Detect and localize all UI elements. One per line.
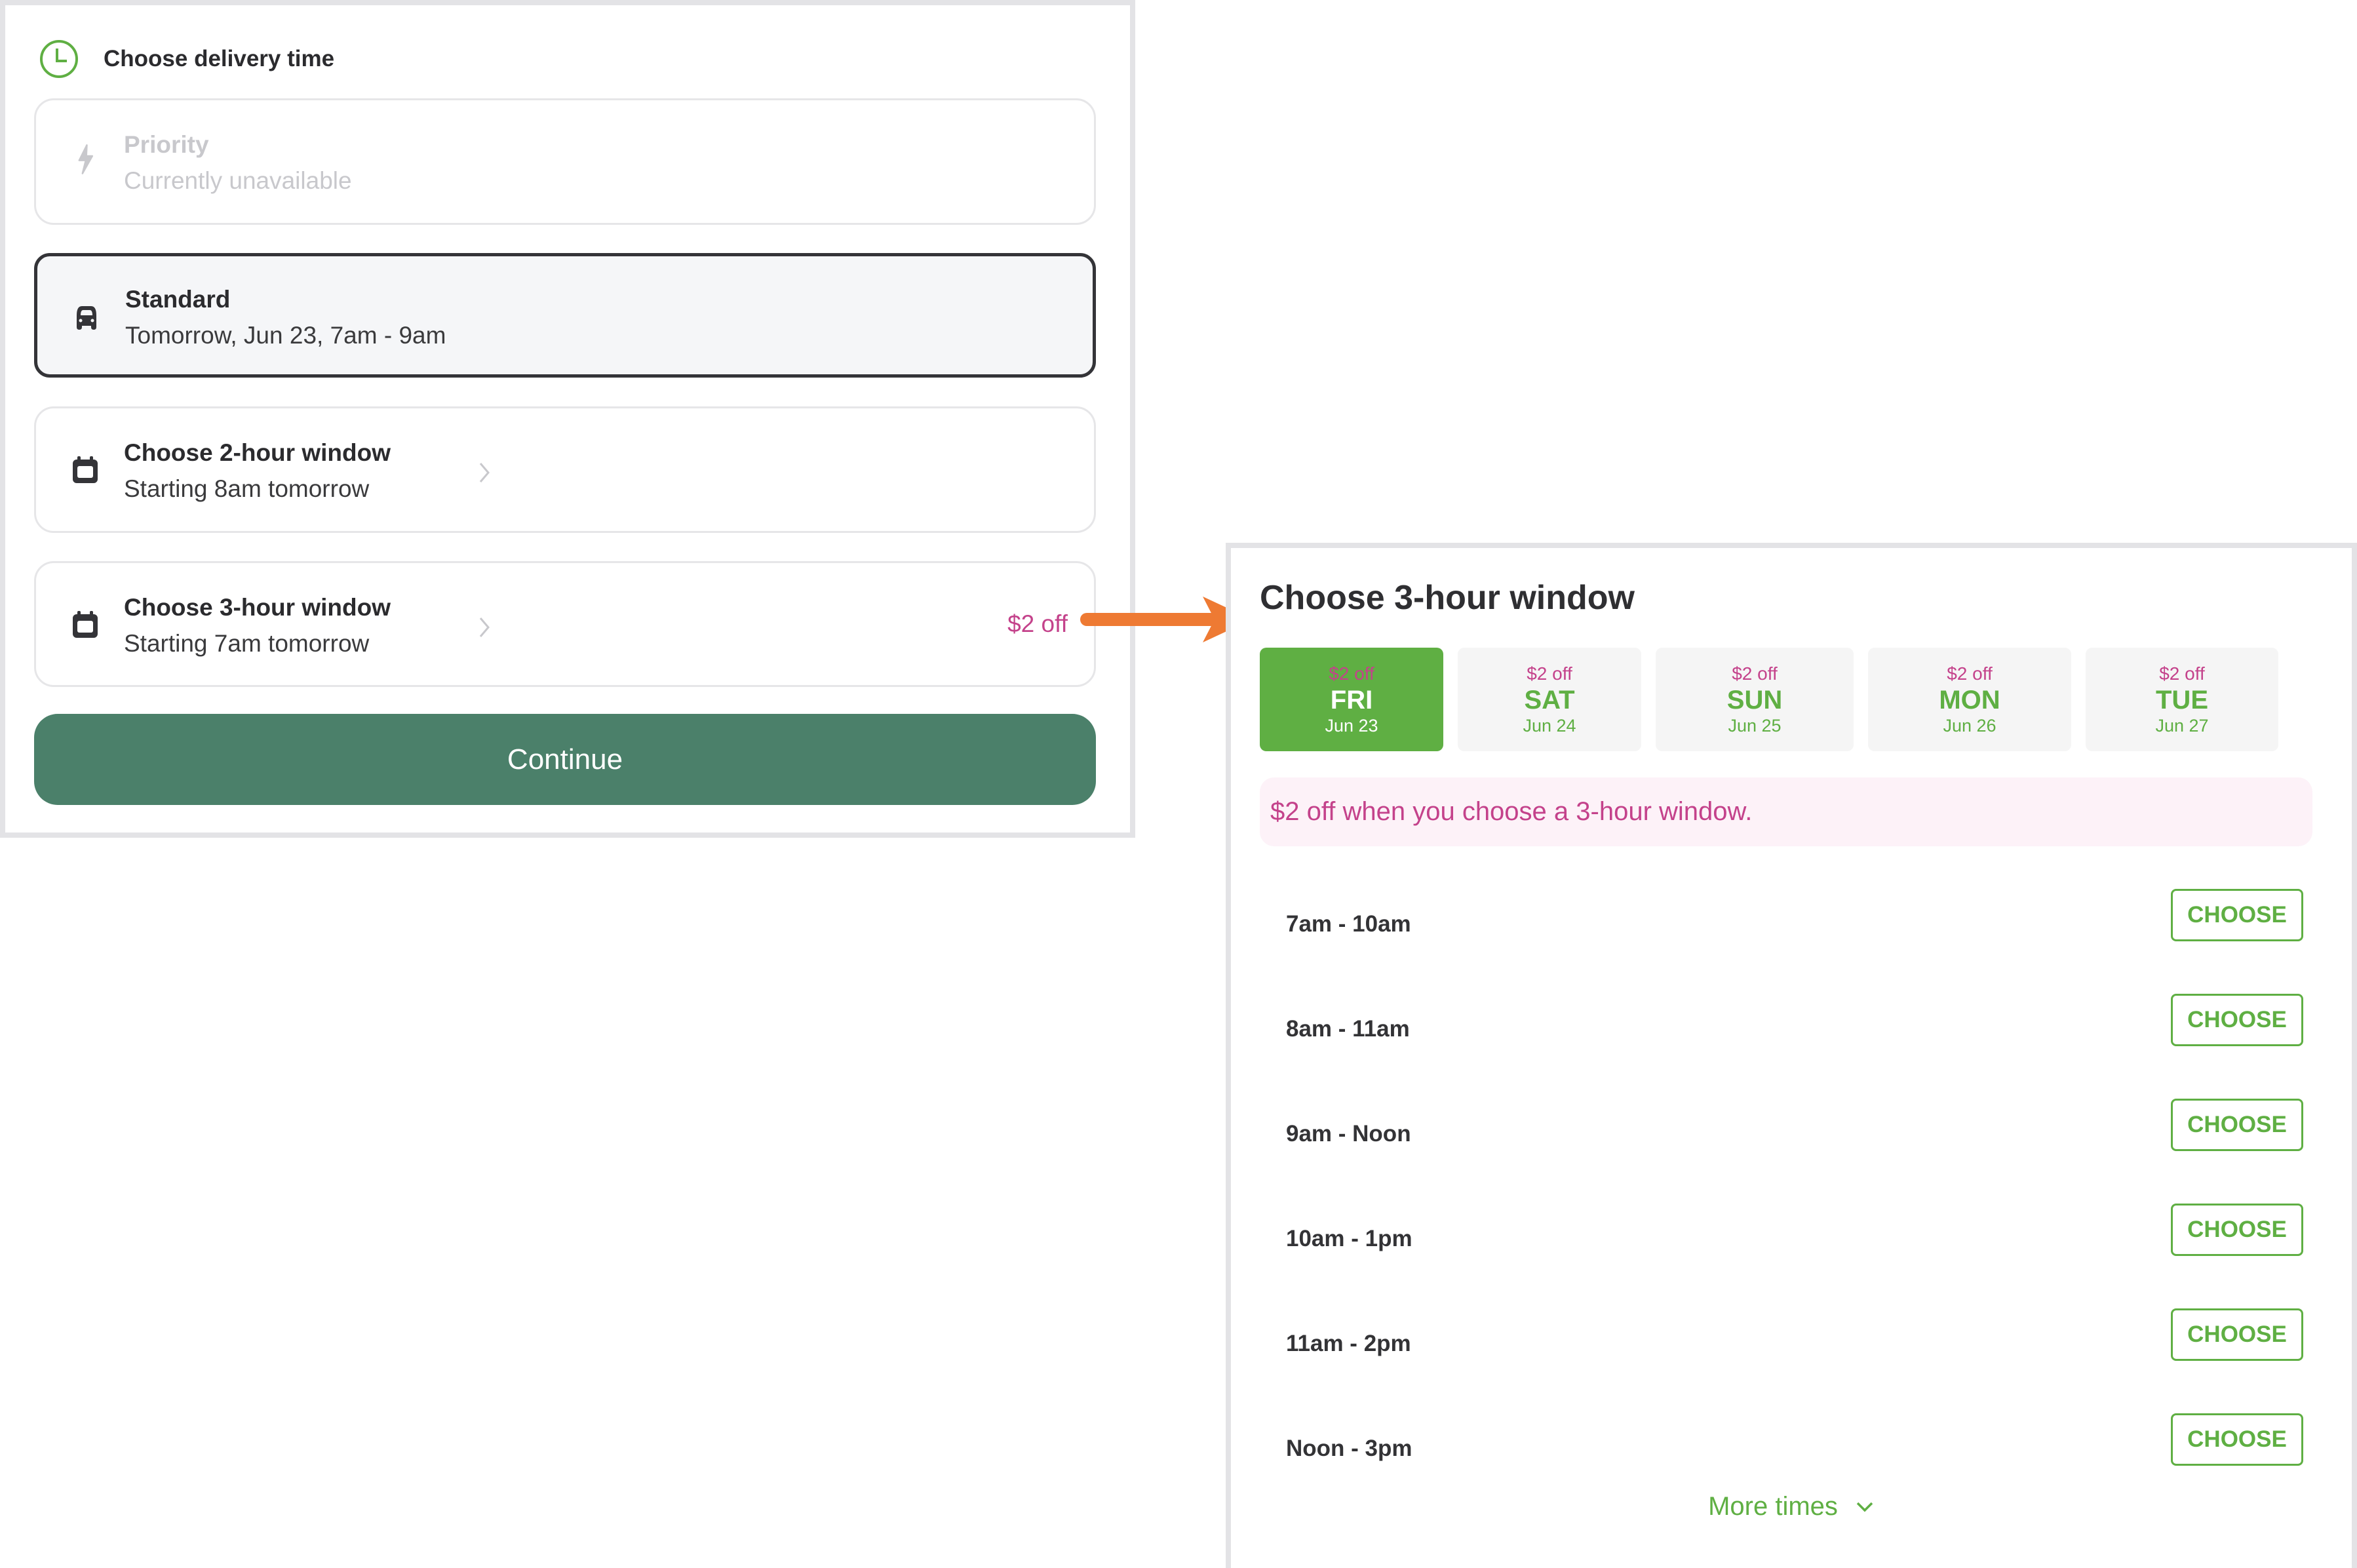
option-standard[interactable]: Standard Tomorrow, Jun 23, 7am - 9am [34,253,1096,378]
day-tabs: $2 off FRI Jun 23 $2 off SAT Jun 24 $2 o… [1260,648,2293,751]
time-slot: 9am - Noon CHOOSE [1260,1082,2318,1186]
promo-banner: $2 off when you choose a 3-hour window. [1260,777,2312,846]
day-label: MON [1939,686,2000,715]
option-subtitle: Currently unavailable [124,167,352,194]
day-label: TUE [2156,686,2208,715]
day-tab-sat[interactable]: $2 off SAT Jun 24 [1458,648,1641,751]
clock-icon [40,40,78,78]
option-three-hour-window[interactable]: Choose 3-hour window Starting 7am tomorr… [34,561,1096,687]
chevron-down-icon [1856,1502,1873,1512]
day-promo: $2 off [1329,663,1374,684]
time-slot-list: 7am - 10am CHOOSE 8am - 11am CHOOSE 9am … [1260,872,2318,1501]
option-title: Standard [125,286,231,313]
option-subtitle: Starting 8am tomorrow [124,475,370,502]
slot-time: Noon - 3pm [1286,1436,1412,1461]
car-icon [77,306,96,330]
time-slot: Noon - 3pm CHOOSE [1260,1396,2318,1501]
choose-button[interactable]: CHOOSE [2171,1413,2303,1466]
choose-button[interactable]: CHOOSE [2171,1204,2303,1256]
time-slot: 10am - 1pm CHOOSE [1260,1186,2318,1291]
day-tab-tue[interactable]: $2 off TUE Jun 27 [2086,648,2278,751]
continue-button[interactable]: Continue [34,714,1096,805]
day-date: Jun 25 [1728,716,1782,735]
day-promo: $2 off [1947,663,1993,684]
day-date: Jun 23 [1325,716,1378,735]
day-date: Jun 26 [1943,716,1997,735]
choose-button[interactable]: CHOOSE [2171,1308,2303,1361]
slot-time: 8am - 11am [1286,1016,1410,1042]
option-priority: Priority Currently unavailable [34,98,1096,225]
time-slot: 8am - 11am CHOOSE [1260,977,2318,1082]
day-date: Jun 27 [2155,716,2209,735]
more-times-label: More times [1708,1492,1838,1521]
choose-button[interactable]: CHOOSE [2171,994,2303,1046]
slot-time: 10am - 1pm [1286,1226,1412,1251]
option-subtitle: Tomorrow, Jun 23, 7am - 9am [125,322,446,349]
day-promo: $2 off [1732,663,1778,684]
choose-button[interactable]: CHOOSE [2171,889,2303,941]
panel-header: Choose delivery time [39,39,334,79]
day-label: FRI [1330,686,1373,715]
option-subtitle: Starting 7am tomorrow [124,630,370,657]
chevron-right-icon [479,617,490,637]
option-two-hour-window[interactable]: Choose 2-hour window Starting 8am tomorr… [34,406,1096,533]
slot-time: 11am - 2pm [1286,1331,1411,1356]
chevron-right-icon [479,463,490,482]
lightning-icon [78,144,94,174]
calendar-icon [73,611,98,638]
calendar-icon [73,456,98,483]
slot-time: 7am - 10am [1286,911,1411,937]
discount-badge: $2 off [1007,610,1068,637]
option-title: Choose 2-hour window [124,439,391,466]
day-tab-sun[interactable]: $2 off SUN Jun 25 [1656,648,1854,751]
day-tab-mon[interactable]: $2 off MON Jun 26 [1868,648,2071,751]
option-title: Priority [124,131,209,158]
slot-time: 9am - Noon [1286,1121,1411,1147]
delivery-time-panel: Choose delivery time Priority Currently … [0,0,1135,838]
day-label: SAT [1524,686,1575,715]
day-promo: $2 off [2159,663,2205,684]
day-label: SUN [1726,686,1783,715]
day-tab-fri[interactable]: $2 off FRI Jun 23 [1260,648,1443,751]
more-times-button[interactable]: More times [1231,1492,2352,1521]
panel-title: Choose 3-hour window [1260,579,1635,617]
day-promo: $2 off [1527,663,1572,684]
option-title: Choose 3-hour window [124,594,391,621]
day-date: Jun 24 [1523,716,1576,735]
choose-button[interactable]: CHOOSE [2171,1099,2303,1151]
three-hour-window-panel: Choose 3-hour window $2 off FRI Jun 23 $… [1226,543,2357,1568]
time-slot: 11am - 2pm CHOOSE [1260,1291,2318,1396]
time-slot: 7am - 10am CHOOSE [1260,872,2318,977]
panel-title: Choose delivery time [104,46,335,71]
